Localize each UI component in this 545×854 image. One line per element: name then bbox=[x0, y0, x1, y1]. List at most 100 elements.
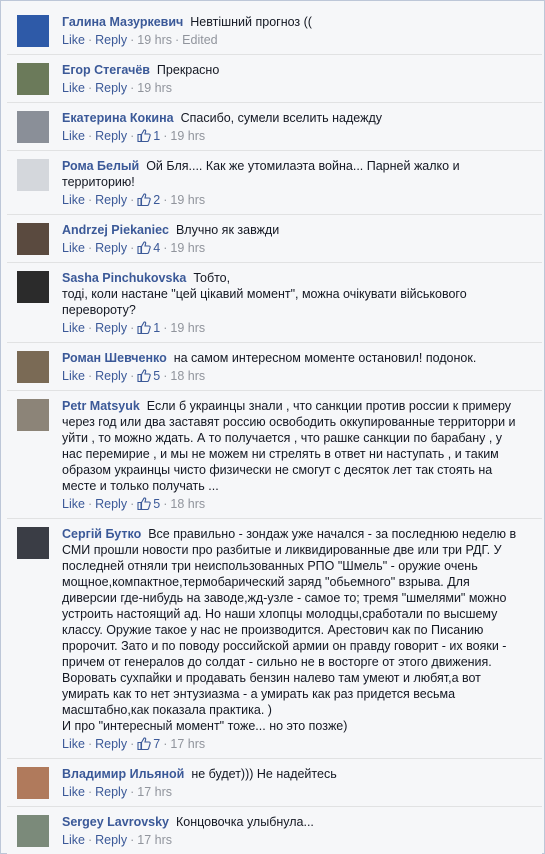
separator-dot: · bbox=[163, 737, 168, 751]
comment-author[interactable]: Petr Matsyuk bbox=[62, 399, 140, 413]
like-link[interactable]: Like bbox=[62, 737, 85, 751]
separator-dot: · bbox=[130, 737, 135, 751]
comment-timestamp[interactable]: 18 hrs bbox=[170, 497, 205, 511]
separator-dot: · bbox=[130, 81, 135, 95]
comment-author[interactable]: Егор Стегачёв bbox=[62, 63, 150, 77]
avatar[interactable] bbox=[17, 15, 49, 47]
reply-link[interactable]: Reply bbox=[95, 33, 127, 47]
comment-author[interactable]: Екатерина Кокина bbox=[62, 111, 174, 125]
like-link[interactable]: Like bbox=[62, 321, 85, 335]
separator-dot: · bbox=[87, 737, 93, 751]
like-count[interactable]: 1 bbox=[137, 321, 160, 335]
comment-body: Рома Белый Ой Бля.... Как же утомилаэта … bbox=[62, 158, 524, 190]
comment-author[interactable]: Рома Белый bbox=[62, 159, 139, 173]
avatar[interactable] bbox=[17, 351, 49, 383]
comment-timestamp[interactable]: 19 hrs bbox=[170, 321, 205, 335]
like-link[interactable]: Like bbox=[62, 833, 85, 847]
comment-body: Andrzej Piekaniec Влучно як завжди bbox=[62, 222, 524, 238]
comment-text: Спасибо, сумели вселить надежду bbox=[177, 111, 382, 125]
comment-author[interactable]: Sasha Pinchukovska bbox=[62, 271, 186, 285]
comment-body: Sergey Lavrovsky Концовочка улыбнула... bbox=[62, 814, 524, 830]
like-link[interactable]: Like bbox=[62, 241, 85, 255]
reply-link[interactable]: Reply bbox=[95, 497, 127, 511]
comment-10: Владимир Ильяной не будет))) Не надейтес… bbox=[7, 759, 542, 807]
reply-link[interactable]: Reply bbox=[95, 369, 127, 383]
like-count-value: 5 bbox=[153, 497, 161, 511]
like-count[interactable]: 5 bbox=[137, 497, 160, 511]
thumbs-up-icon bbox=[137, 193, 151, 206]
comment-author[interactable]: Владимир Ильяной bbox=[62, 767, 184, 781]
comment-author[interactable]: Роман Шевченко bbox=[62, 351, 167, 365]
comment-timestamp[interactable]: 17 hrs bbox=[137, 785, 172, 799]
like-link[interactable]: Like bbox=[62, 497, 85, 511]
separator-dot: · bbox=[87, 369, 93, 383]
separator-dot: · bbox=[130, 193, 135, 207]
like-link[interactable]: Like bbox=[62, 369, 85, 383]
comment-list: Галина Мазуркевич Невтішний прогноз (( L… bbox=[7, 7, 542, 854]
comment-text: Прекрасно bbox=[153, 63, 220, 77]
comment-timestamp[interactable]: 19 hrs bbox=[137, 33, 172, 47]
avatar[interactable] bbox=[17, 815, 49, 847]
avatar[interactable] bbox=[17, 111, 49, 143]
comment-author[interactable]: Sergey Lavrovsky bbox=[62, 815, 169, 829]
like-count[interactable]: 7 bbox=[137, 737, 160, 751]
comment-body: Роман Шевченко на самом интересном момен… bbox=[62, 350, 524, 366]
comment-timestamp[interactable]: 19 hrs bbox=[170, 193, 205, 207]
separator-dot: · bbox=[163, 193, 168, 207]
comment-3: Екатерина Кокина Спасибо, сумели вселить… bbox=[7, 103, 542, 151]
comment-actions: Like · Reply · 17 hrs bbox=[62, 784, 524, 800]
avatar[interactable] bbox=[17, 527, 49, 559]
comment-timestamp[interactable]: 17 hrs bbox=[137, 833, 172, 847]
like-link[interactable]: Like bbox=[62, 193, 85, 207]
comment-author[interactable]: Сергій Бутко bbox=[62, 527, 141, 541]
edited-label[interactable]: Edited bbox=[182, 33, 217, 47]
comment-actions: Like · Reply · 1 · 19 hrs bbox=[62, 128, 524, 144]
separator-dot: · bbox=[87, 129, 93, 143]
separator-dot: · bbox=[130, 833, 135, 847]
avatar[interactable] bbox=[17, 399, 49, 431]
avatar[interactable] bbox=[17, 159, 49, 191]
reply-link[interactable]: Reply bbox=[95, 241, 127, 255]
avatar[interactable] bbox=[17, 223, 49, 255]
comment-actions: Like · Reply · 5 · 18 hrs bbox=[62, 496, 524, 512]
comment-timestamp[interactable]: 19 hrs bbox=[137, 81, 172, 95]
comment-timestamp[interactable]: 19 hrs bbox=[170, 241, 205, 255]
reply-link[interactable]: Reply bbox=[95, 129, 127, 143]
separator-dot: · bbox=[163, 129, 168, 143]
like-link[interactable]: Like bbox=[62, 785, 85, 799]
comment-body: Галина Мазуркевич Невтішний прогноз (( bbox=[62, 14, 524, 30]
reply-link[interactable]: Reply bbox=[95, 833, 127, 847]
like-link[interactable]: Like bbox=[62, 33, 85, 47]
separator-dot: · bbox=[130, 497, 135, 511]
comment-timestamp[interactable]: 19 hrs bbox=[170, 129, 205, 143]
like-count[interactable]: 1 bbox=[137, 129, 160, 143]
like-count[interactable]: 5 bbox=[137, 369, 160, 383]
comment-5: Andrzej Piekaniec Влучно як завжди Like ·… bbox=[7, 215, 542, 263]
like-link[interactable]: Like bbox=[62, 129, 85, 143]
comment-11: Sergey Lavrovsky Концовочка улыбнула... … bbox=[7, 807, 542, 854]
separator-dot: · bbox=[87, 241, 93, 255]
reply-link[interactable]: Reply bbox=[95, 193, 127, 207]
like-link[interactable]: Like bbox=[62, 81, 85, 95]
reply-link[interactable]: Reply bbox=[95, 321, 127, 335]
comment-text: не будет))) Не надейтесь bbox=[187, 767, 337, 781]
comment-timestamp[interactable]: 17 hrs bbox=[170, 737, 205, 751]
comment-actions: Like · Reply · 17 hrs bbox=[62, 832, 524, 848]
reply-link[interactable]: Reply bbox=[95, 785, 127, 799]
like-count[interactable]: 4 bbox=[137, 241, 160, 255]
like-count[interactable]: 2 bbox=[137, 193, 160, 207]
avatar[interactable] bbox=[17, 767, 49, 799]
avatar[interactable] bbox=[17, 271, 49, 303]
reply-link[interactable]: Reply bbox=[95, 737, 127, 751]
comment-author[interactable]: Andrzej Piekaniec bbox=[62, 223, 169, 237]
comment-body: Petr Matsyuk Если б украинцы знали , что… bbox=[62, 398, 524, 494]
reply-link[interactable]: Reply bbox=[95, 81, 127, 95]
avatar[interactable] bbox=[17, 63, 49, 95]
comment-author[interactable]: Галина Мазуркевич bbox=[62, 15, 183, 29]
thumbs-up-icon bbox=[137, 321, 151, 334]
like-count-value: 4 bbox=[153, 241, 161, 255]
comment-actions: Like · Reply · 7 · 17 hrs bbox=[62, 736, 524, 752]
like-count-value: 1 bbox=[153, 321, 161, 335]
comment-text: Все правильно - зондаж уже начался - за … bbox=[62, 527, 517, 733]
comment-timestamp[interactable]: 18 hrs bbox=[170, 369, 205, 383]
